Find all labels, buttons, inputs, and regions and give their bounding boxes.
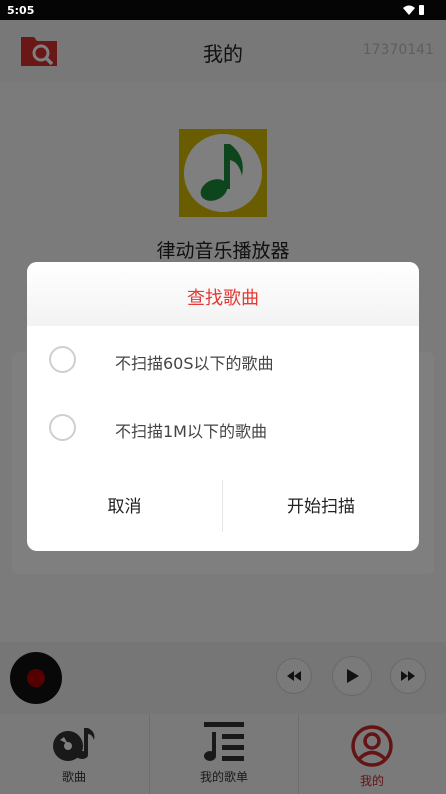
status-time: 5:05 — [7, 4, 35, 17]
status-icons — [403, 5, 424, 15]
option-label: 不扫描1M以下的歌曲 — [115, 422, 267, 441]
status-bar: 5:05 — [0, 0, 446, 20]
cancel-button[interactable]: 取消 — [27, 477, 222, 537]
option-label: 不扫描60S以下的歌曲 — [115, 354, 274, 373]
radio-button[interactable] — [49, 346, 76, 373]
scan-songs-dialog: 查找歌曲 不扫描60S以下的歌曲 不扫描1M以下的歌曲 取消 开始扫描 — [27, 262, 419, 551]
battery-icon — [419, 5, 424, 15]
option-skip-60s[interactable]: 不扫描60S以下的歌曲 — [27, 332, 419, 392]
wifi-icon — [403, 5, 415, 15]
dialog-header: 查找歌曲 — [27, 262, 419, 326]
option-skip-1m[interactable]: 不扫描1M以下的歌曲 — [27, 400, 419, 460]
start-scan-button[interactable]: 开始扫描 — [223, 477, 419, 537]
dialog-title: 查找歌曲 — [187, 288, 259, 309]
radio-button[interactable] — [49, 414, 76, 441]
